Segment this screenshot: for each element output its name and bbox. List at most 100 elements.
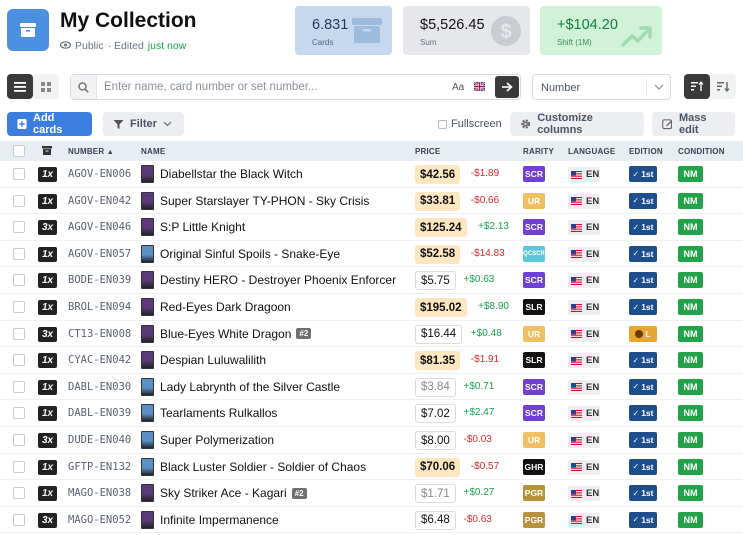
uk-flag-icon[interactable] (474, 82, 485, 91)
column-number[interactable]: NUMBER ▲ (68, 147, 114, 156)
card-thumbnail[interactable] (141, 298, 154, 316)
card-name[interactable]: Super Starslayer TY-PHON - Sky Crisis (160, 194, 369, 208)
card-name-cell[interactable]: S:P Little Knight (160, 220, 245, 234)
column-rarity[interactable]: RARITY (523, 147, 554, 156)
table-row[interactable]: 1x AGOV-EN057 Original Sinful Spoils - Sna… (0, 241, 743, 268)
column-edition[interactable]: EDITION (629, 147, 663, 156)
card-name[interactable]: Red-Eyes Dark Dragoon (160, 300, 291, 314)
row-checkbox[interactable] (13, 460, 25, 473)
card-thumbnail[interactable] (141, 244, 154, 263)
card-thumbnail[interactable] (141, 271, 154, 290)
quantity-badge[interactable]: 3x (38, 326, 57, 342)
card-name-cell[interactable]: Sky Striker Ace - Kagari #2 (160, 486, 307, 500)
card-name[interactable]: S:P Little Knight (160, 220, 245, 234)
quantity-badge[interactable]: 1x (38, 300, 57, 315)
card-name-cell[interactable]: Super Starslayer TY-PHON - Sky Crisis (160, 194, 369, 208)
fullscreen-checkbox[interactable] (438, 119, 447, 129)
quantity-badge[interactable]: 1x (38, 406, 57, 422)
card-name-cell[interactable]: Tearlaments Rulkallos (160, 406, 277, 420)
list-view-button[interactable] (7, 74, 33, 99)
card-name[interactable]: Destiny HERO - Destroyer Phoenix Enforce… (160, 273, 396, 287)
quantity-badge[interactable]: 1x (38, 459, 57, 475)
column-price[interactable]: PRICE (415, 147, 440, 156)
card-name-cell[interactable]: Infinite Impermanence (160, 513, 279, 527)
card-name[interactable]: Sky Striker Ace - Kagari (160, 486, 287, 500)
grid-view-button[interactable] (33, 74, 59, 99)
card-name[interactable]: Despian Luluwalilith (160, 353, 266, 367)
card-name-cell[interactable]: Black Luster Soldier - Soldier of Chaos (160, 460, 366, 474)
card-name[interactable]: Infinite Impermanence (160, 513, 279, 527)
card-name[interactable]: Blue-Eyes White Dragon (160, 327, 291, 341)
row-checkbox[interactable] (13, 274, 25, 287)
search-bar[interactable]: Enter name, card number or set number...… (70, 74, 521, 100)
row-checkbox[interactable] (13, 247, 25, 260)
quantity-badge[interactable]: 1x (38, 379, 57, 395)
sort-descending-button[interactable] (710, 74, 736, 99)
card-thumbnail[interactable] (141, 431, 154, 449)
card-thumbnail[interactable] (141, 377, 154, 396)
card-thumbnail[interactable] (141, 510, 154, 529)
column-condition[interactable]: CONDITION (678, 147, 725, 156)
card-name-cell[interactable]: Original Sinful Spoils - Snake-Eye (160, 247, 340, 261)
table-row[interactable]: 3x AGOV-EN046 S:P Little Knight $125.24 +$2.… (0, 214, 743, 241)
select-all-checkbox[interactable] (13, 145, 25, 157)
table-row[interactable]: 1x AGOV-EN006 Diabellstar the Black Witch $… (0, 161, 743, 188)
table-row[interactable]: 1x BODE-EN039 Destiny HERO - Destroyer Pho… (0, 267, 743, 294)
card-thumbnail[interactable] (141, 218, 154, 237)
row-checkbox[interactable] (13, 194, 25, 207)
card-name[interactable]: Black Luster Soldier - Soldier of Chaos (160, 460, 366, 474)
row-checkbox[interactable] (13, 354, 25, 367)
quantity-badge[interactable]: 1x (38, 167, 57, 182)
card-thumbnail[interactable] (141, 484, 154, 503)
quantity-badge[interactable]: 3x (38, 433, 57, 448)
card-name-cell[interactable]: Despian Luluwalilith (160, 353, 266, 367)
quantity-badge[interactable]: 1x (38, 486, 57, 502)
row-checkbox[interactable] (13, 327, 25, 340)
quantity-badge[interactable]: 1x (38, 246, 57, 262)
row-checkbox[interactable] (13, 221, 25, 234)
customize-columns-button[interactable]: Customize columns (510, 112, 644, 136)
table-row[interactable]: 3x MAGO-EN052 Infinite Impermanence $6.48 -$… (0, 507, 743, 534)
table-row[interactable]: 1x DABL-EN030 Lady Labrynth of the Silver … (0, 374, 743, 401)
row-checkbox[interactable] (13, 407, 25, 420)
card-thumbnail[interactable] (141, 324, 154, 343)
card-thumbnail[interactable] (141, 351, 154, 370)
card-name[interactable]: Diabellstar the Black Witch (160, 167, 303, 181)
mass-edit-button[interactable]: Mass edit (652, 112, 735, 136)
card-name-cell[interactable]: Blue-Eyes White Dragon #2 (160, 327, 312, 341)
card-name-cell[interactable]: Destiny HERO - Destroyer Phoenix Enforce… (160, 273, 396, 287)
sort-field-select[interactable]: Number (532, 74, 671, 100)
quantity-badge[interactable]: 1x (38, 353, 57, 369)
table-row[interactable]: 1x MAGO-EN038 Sky Striker Ace - Kagari #2 $1… (0, 480, 743, 507)
row-checkbox[interactable] (13, 168, 25, 180)
row-checkbox[interactable] (13, 513, 25, 526)
fullscreen-toggle[interactable]: Fullscreen (438, 118, 502, 130)
card-name[interactable]: Lady Labrynth of the Silver Castle (160, 380, 340, 394)
card-name[interactable]: Tearlaments Rulkallos (160, 406, 277, 420)
card-name[interactable]: Original Sinful Spoils - Snake-Eye (160, 247, 340, 261)
card-name-cell[interactable]: Lady Labrynth of the Silver Castle (160, 380, 340, 394)
table-row[interactable]: 1x BROL-EN094 Red-Eyes Dark Dragoon $195.02… (0, 294, 743, 321)
row-checkbox[interactable] (13, 301, 25, 313)
table-row[interactable]: 3x CT13-EN008 Blue-Eyes White Dragon #2 $16.… (0, 321, 743, 348)
match-case-toggle[interactable]: Aa (452, 82, 464, 93)
table-row[interactable]: 1x DABL-EN039 Tearlaments Rulkallos $7.02 +$… (0, 400, 743, 427)
card-name[interactable]: Super Polymerization (160, 433, 274, 447)
table-row[interactable]: 1x GFTP-EN132 Black Luster Soldier - Soldi… (0, 454, 743, 481)
card-thumbnail[interactable] (141, 457, 154, 476)
card-thumbnail[interactable] (141, 165, 154, 183)
table-row[interactable]: 3x DUDE-EN040 Super Polymerization $8.00 -$0… (0, 427, 743, 454)
card-name-cell[interactable]: Red-Eyes Dark Dragoon (160, 300, 291, 314)
filter-button[interactable]: Filter (103, 112, 184, 136)
row-checkbox[interactable] (13, 487, 25, 500)
search-submit-button[interactable] (495, 76, 519, 98)
quantity-badge[interactable]: 1x (38, 193, 57, 209)
quantity-badge[interactable]: 3x (38, 220, 57, 236)
box-icon[interactable] (42, 146, 52, 155)
quantity-badge[interactable]: 3x (38, 512, 57, 528)
card-name-cell[interactable]: Diabellstar the Black Witch (160, 167, 303, 181)
sort-ascending-button[interactable] (684, 74, 710, 99)
table-row[interactable]: 1x AGOV-EN042 Super Starslayer TY-PHON - S… (0, 188, 743, 215)
column-language[interactable]: LANGUAGE (568, 147, 615, 156)
row-checkbox[interactable] (13, 380, 25, 393)
